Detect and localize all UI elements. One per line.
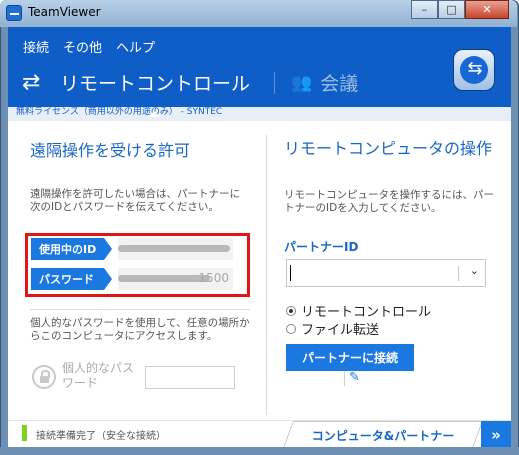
redacted-password — [118, 275, 210, 282]
id-label: 使用中のID — [31, 238, 112, 260]
text-caret — [290, 265, 291, 281]
people-icon: 👥 — [291, 72, 313, 93]
menu-connect[interactable]: 接続 — [23, 37, 49, 56]
section-divider — [30, 309, 250, 310]
computers-partners-tab[interactable]: コンピュータ&パートナー — [298, 427, 468, 444]
partner-id-label: パートナーID — [284, 240, 359, 254]
close-button[interactable]: ✕ — [465, 0, 509, 19]
radio-remote-label: リモートコントロール — [301, 305, 432, 320]
main-content: 遠隔操作を受ける許可 遠隔操作を許可したい場合は、パートナーに次のIDとパスワー… — [8, 121, 511, 420]
arrows-icon — [22, 73, 52, 93]
tab-notch — [148, 111, 160, 117]
personal-password-field[interactable]: ✎ — [145, 366, 360, 389]
radio-remote-indicator[interactable] — [286, 305, 296, 316]
menu-bar: 接続 その他 ヘルプ — [23, 37, 155, 56]
redacted-id — [118, 245, 230, 252]
tab-remote-control[interactable]: リモートコントロール — [60, 69, 250, 96]
allow-remote-title: 遠隔操作を受ける許可 — [30, 141, 191, 160]
tab-divider — [274, 71, 276, 94]
column-divider — [266, 135, 267, 415]
personal-password-description: 個人的なパスワードを使用して、任意の場所からこのコンピュータにアクセスします。 — [30, 317, 250, 342]
control-remote-description: リモートコンピュータを操作するには、パートナーのIDを入力してください。 — [284, 189, 494, 214]
allow-remote-panel: 遠隔操作を受ける許可 遠隔操作を許可したい場合は、パートナーに次のIDとパスワー… — [8, 121, 360, 420]
partner-id-input[interactable]: ⌄ — [286, 259, 486, 287]
window-title: TeamViewer — [28, 5, 101, 19]
license-text: 無料ライセンス（商用以外の用途のみ） - SYNTEC — [16, 107, 223, 117]
radio-file-transfer[interactable]: ファイル転送 — [286, 319, 379, 338]
title-bar: TeamViewer – □ ✕ — [0, 0, 517, 27]
menu-help[interactable]: ヘルプ — [116, 37, 155, 56]
password-visible-digits: 1500 — [198, 271, 229, 285]
menu-other[interactable]: その他 — [63, 37, 102, 56]
password-row: パスワード 1500 — [31, 268, 233, 290]
password-value[interactable]: 1500 — [118, 268, 233, 290]
allow-remote-description: 遠隔操作を許可したい場合は、パートナーに次のIDとパスワードを伝えてください。 — [30, 188, 240, 213]
id-value[interactable] — [118, 238, 233, 260]
radio-file-label: ファイル転送 — [301, 323, 380, 338]
personal-password-label: 個人的なパスワード — [62, 361, 135, 390]
minimize-button[interactable]: – — [411, 0, 438, 19]
combo-separator — [458, 266, 459, 281]
connect-partner-button[interactable]: パートナーに接続 — [286, 344, 414, 371]
expand-button[interactable]: » — [481, 421, 511, 448]
id-row: 使用中のID — [31, 238, 233, 260]
maximize-button[interactable]: □ — [438, 0, 465, 19]
teamviewer-logo-icon — [453, 49, 495, 91]
control-remote-panel: リモートコンピュータの操作 リモートコンピュータを操作するには、パートナーのID… — [268, 121, 511, 420]
tab-meeting[interactable]: 会議 — [320, 69, 358, 96]
status-text: 接続準備完了（安全な接続） — [36, 431, 166, 442]
radio-remote-control[interactable]: リモートコントロール — [286, 301, 431, 320]
status-bar: 接続準備完了（安全な接続） コンピュータ&パートナー » — [8, 420, 511, 448]
radio-file-indicator[interactable] — [286, 323, 296, 334]
password-label: パスワード — [31, 268, 112, 290]
teamviewer-app-icon — [6, 5, 22, 21]
status-indicator — [22, 425, 27, 441]
lock-icon — [32, 365, 56, 389]
control-remote-title: リモートコンピュータの操作 — [284, 139, 493, 158]
chevron-down-icon[interactable]: ⌄ — [470, 264, 479, 277]
window-bottom-frame — [0, 447, 519, 455]
